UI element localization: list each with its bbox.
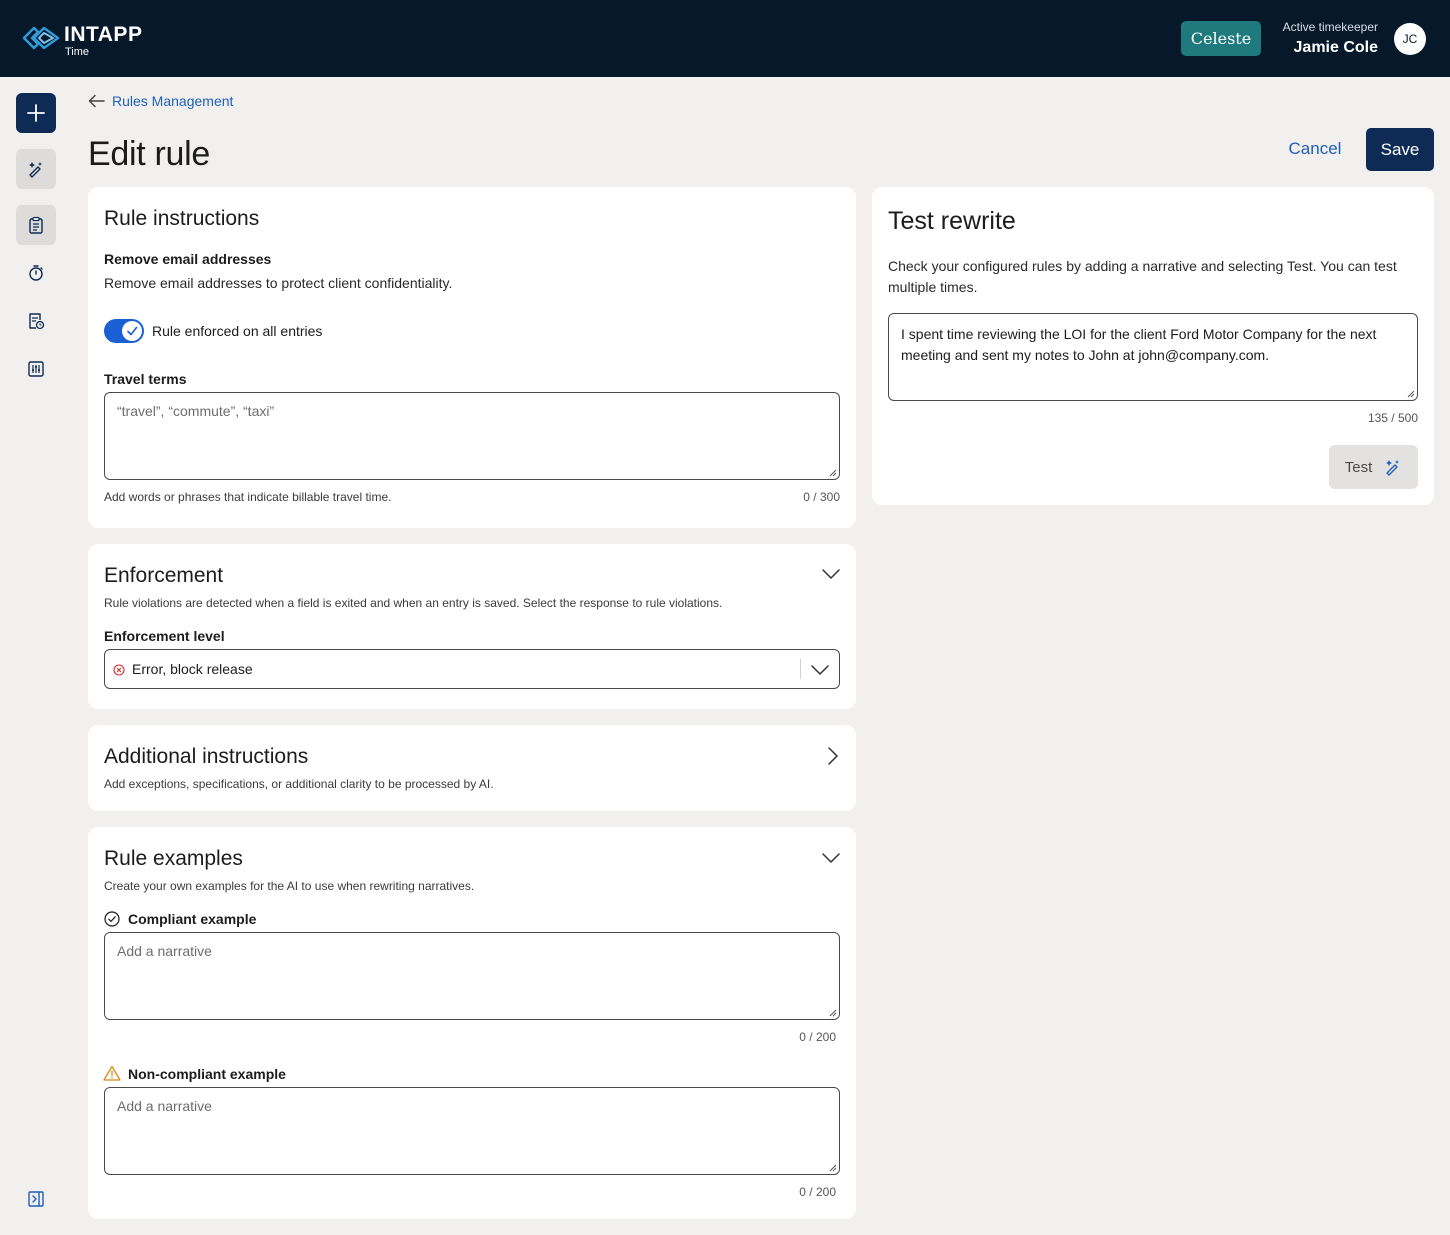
page-title: Edit rule (88, 135, 211, 173)
collapse-panel-icon (28, 1191, 44, 1207)
celeste-button[interactable]: Celeste (1181, 21, 1261, 56)
new-entry-button[interactable] (16, 93, 56, 133)
noncompliant-example-input[interactable]: Add a narrative (104, 1087, 840, 1175)
active-timekeeper[interactable]: Active timekeeper Jamie Cole (1283, 20, 1378, 59)
sliders-icon (28, 361, 44, 377)
sidebar-item-rules[interactable] (16, 205, 56, 245)
noncompliant-example-counter: 0 / 200 (799, 1185, 836, 1199)
resize-handle-icon[interactable] (829, 1164, 837, 1172)
test-narrative-counter: 135 / 500 (1367, 411, 1418, 425)
plus-icon (27, 104, 45, 122)
chevron-down-icon[interactable] (822, 568, 840, 580)
select-divider (800, 659, 801, 679)
additional-instructions-title: Additional instructions (104, 745, 309, 768)
toggle-knob (122, 321, 142, 341)
stopwatch-icon (29, 265, 43, 281)
noncompliant-example-placeholder: Add a narrative (117, 1098, 212, 1114)
rule-instructions-title: Rule instructions (104, 207, 260, 230)
rule-enforced-toggle[interactable] (104, 319, 144, 343)
breadcrumb-link[interactable]: Rules Management (112, 93, 233, 109)
resize-handle-icon[interactable] (829, 469, 837, 477)
toggle-label: Rule enforced on all entries (152, 323, 323, 339)
compliant-example-placeholder: Add a narrative (117, 943, 212, 959)
rule-examples-description: Create your own examples for the AI to u… (104, 879, 475, 893)
test-rewrite-title: Test rewrite (888, 207, 1016, 235)
test-button-label: Test (1344, 458, 1373, 476)
check-circle-icon (104, 911, 120, 927)
ai-pen-icon (1386, 460, 1400, 476)
enforcement-description: Rule violations are detected when a fiel… (104, 596, 723, 610)
travel-terms-help: Add words or phrases that indicate billa… (104, 490, 392, 504)
chevron-down-icon[interactable] (822, 852, 840, 864)
timekeeper-name: Jamie Cole (1293, 39, 1378, 56)
chevron-down-icon (811, 665, 829, 675)
travel-terms-placeholder: “travel”, “commute”, “taxi” (117, 403, 275, 419)
intapp-logo[interactable]: INTAPP Time (22, 24, 142, 58)
resize-handle-icon[interactable] (1407, 390, 1415, 398)
warning-icon (103, 1065, 121, 1081)
timekeeper-label: Active timekeeper (1282, 20, 1378, 34)
chevron-right-icon[interactable] (827, 747, 839, 765)
rule-examples-title: Rule examples (104, 847, 243, 870)
enforcement-level-label: Enforcement level (104, 628, 225, 644)
brand-name: INTAPP (64, 23, 143, 46)
test-narrative-input[interactable]: I spent time reviewing the LOI for the c… (888, 313, 1418, 401)
sidebar-item-settings[interactable] (16, 349, 56, 389)
resize-handle-icon[interactable] (829, 1009, 837, 1017)
test-narrative-value: I spent time reviewing the LOI for the c… (901, 326, 1377, 363)
compliant-example-input[interactable]: Add a narrative (104, 932, 840, 1020)
clipboard-icon (29, 216, 43, 234)
collapse-sidebar-button[interactable] (16, 1179, 56, 1219)
save-button[interactable]: Save (1366, 128, 1434, 171)
compliant-example-label: Compliant example (128, 911, 257, 927)
sidebar-item-timer[interactable] (16, 253, 56, 293)
error-icon (113, 664, 125, 676)
noncompliant-example-label: Non-compliant example (128, 1066, 286, 1082)
check-icon (127, 326, 138, 336)
enforcement-level-value: Error, block release (132, 661, 253, 677)
enforcement-title: Enforcement (104, 564, 224, 587)
test-button[interactable]: Test (1329, 445, 1418, 489)
additional-instructions-description: Add exceptions, specifications, or addit… (104, 777, 494, 791)
product-name: Time (65, 46, 90, 58)
enforcement-level-select[interactable]: Error, block release (104, 649, 840, 689)
test-rewrite-description: Check your configured rules by adding a … (888, 258, 1397, 295)
sidebar-item-ai-rewrite[interactable] (16, 149, 56, 189)
breadcrumb[interactable]: Rules Management (88, 93, 233, 109)
travel-terms-label: Travel terms (104, 371, 187, 387)
top-bar: INTAPP Time Celeste Active timekeeper Ja… (0, 0, 1450, 77)
rule-name: Remove email addresses (104, 251, 272, 267)
compliant-example-counter: 0 / 200 (799, 1030, 836, 1044)
sidebar-item-reports[interactable] (16, 301, 56, 341)
travel-terms-counter: 0 / 300 (803, 490, 840, 504)
arrow-left-icon (88, 94, 105, 108)
rule-description: Remove email addresses to protect client… (104, 275, 453, 291)
avatar[interactable]: JC (1394, 23, 1426, 55)
report-clock-icon (29, 313, 45, 330)
cancel-button[interactable]: Cancel (1283, 131, 1347, 167)
travel-terms-input[interactable]: “travel”, “commute”, “taxi” (104, 392, 840, 480)
ai-pen-icon (29, 162, 42, 178)
intapp-logo-icon (22, 26, 60, 50)
